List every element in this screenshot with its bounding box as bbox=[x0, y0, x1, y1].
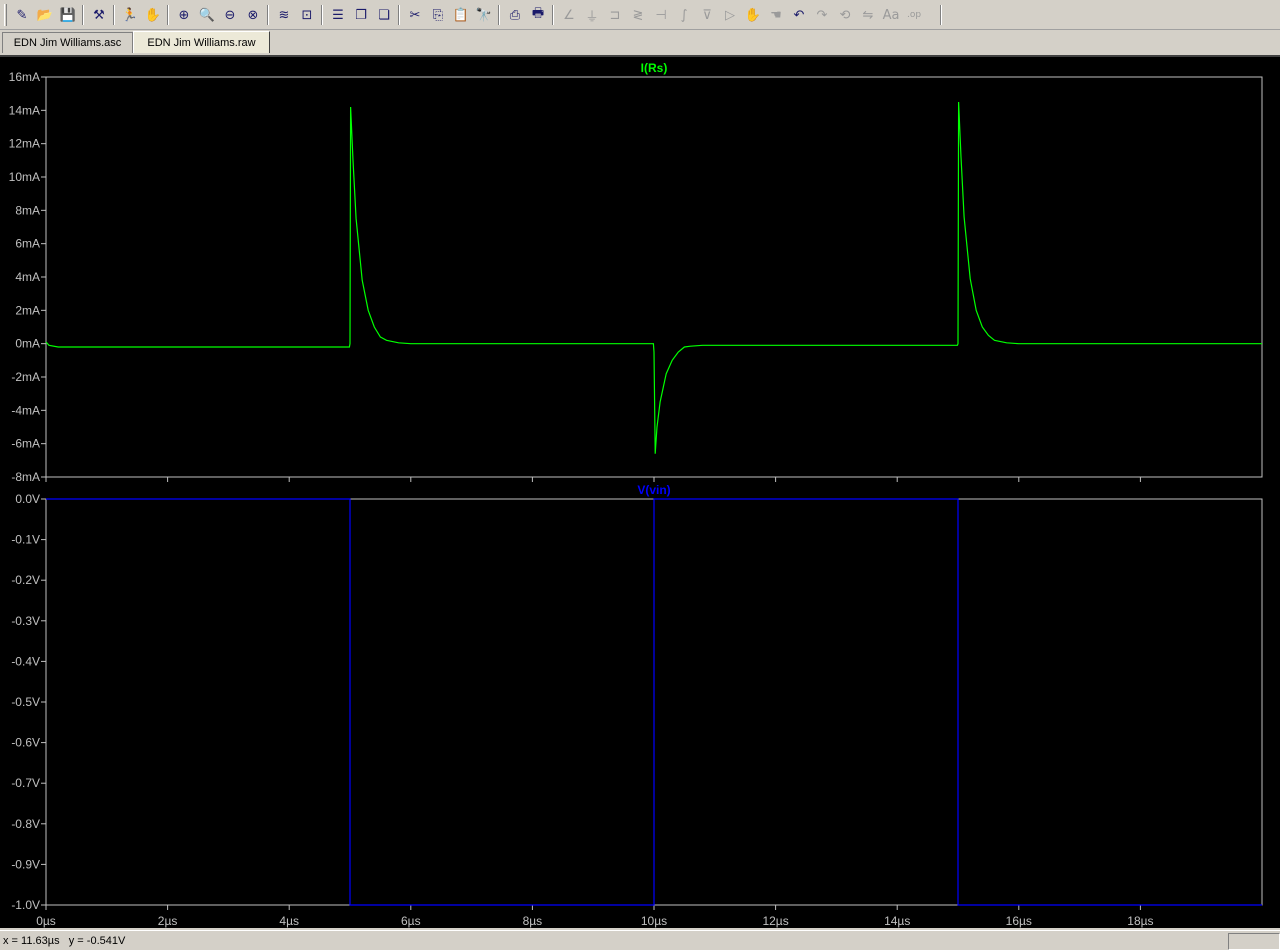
document-tab-bar: EDN Jim Williams.asc EDN Jim Williams.ra… bbox=[0, 30, 1280, 54]
tab-schematic[interactable]: EDN Jim Williams.asc bbox=[2, 32, 133, 53]
voltage-trace bbox=[46, 498, 1262, 906]
toolbar-separator bbox=[321, 5, 323, 25]
diode-icon[interactable]: ⊽ bbox=[697, 5, 717, 25]
xtick-label: 10µs bbox=[641, 914, 667, 928]
current-ytick-label: -6mA bbox=[11, 437, 40, 451]
voltage-pane[interactable]: V(vin) 0.0V -0.1V -0.2V -0.3V -0.4V -0.5V -0.6V… bbox=[11, 483, 1263, 928]
cascade-icon[interactable]: ❐ bbox=[351, 5, 371, 25]
voltage-ytick-label: -0.9V bbox=[11, 857, 40, 871]
drag-icon[interactable]: ☚ bbox=[766, 5, 786, 25]
current-ytick-label: 6mA bbox=[15, 237, 40, 251]
voltage-trace-title[interactable]: V(vin) bbox=[637, 483, 670, 497]
zoom-in-icon[interactable]: ⊕ bbox=[174, 5, 194, 25]
current-ytick-label: 8mA bbox=[15, 203, 40, 217]
toolbar-grip[interactable] bbox=[4, 4, 7, 26]
toolbar-separator bbox=[167, 5, 169, 25]
xtick-label: 8µs bbox=[523, 914, 543, 928]
inductor-icon[interactable]: ∫ bbox=[674, 5, 694, 25]
waveform-plot[interactable]: I(Rs) 16mA 14mA 12mA 10mA 8mA 6mA 4mA 2mA 0mA -2mA… bbox=[0, 57, 1280, 930]
xtick-label: 14µs bbox=[884, 914, 910, 928]
zoom-cancel-icon[interactable]: ⊗ bbox=[243, 5, 263, 25]
voltage-ytick-label: -0.2V bbox=[11, 573, 40, 587]
voltage-ytick-label: -0.1V bbox=[11, 533, 40, 547]
rotate-icon[interactable]: ⟲ bbox=[835, 5, 855, 25]
tile-vertical-icon[interactable]: ❏ bbox=[374, 5, 394, 25]
resistor-icon[interactable]: ≷ bbox=[628, 5, 648, 25]
fit-icon[interactable]: ⊡ bbox=[297, 5, 317, 25]
xtick-label: 4µs bbox=[279, 914, 299, 928]
print-preview-icon[interactable]: ⎙ bbox=[505, 5, 525, 25]
zoom-pan-icon[interactable]: 🔍 bbox=[197, 5, 217, 25]
xtick-label: 12µs bbox=[762, 914, 788, 928]
xtick-label: 16µs bbox=[1006, 914, 1032, 928]
toolbar-separator bbox=[398, 5, 400, 25]
spice-directive-icon[interactable]: .op bbox=[904, 5, 924, 25]
tab-waveform[interactable]: EDN Jim Williams.raw bbox=[133, 31, 270, 53]
run-icon[interactable]: 🏃 bbox=[120, 5, 140, 25]
autorange-icon[interactable]: ≋ bbox=[274, 5, 294, 25]
current-ytick-label: 2mA bbox=[15, 303, 40, 317]
xtick-label: 6µs bbox=[401, 914, 421, 928]
status-bar: x = 11.63µs y = -0.541V bbox=[0, 930, 1280, 950]
voltage-ytick-label: -0.8V bbox=[11, 817, 40, 831]
current-ytick-label: -4mA bbox=[11, 403, 40, 417]
toolbar-separator bbox=[82, 5, 84, 25]
current-ytick-label: 0mA bbox=[15, 337, 40, 351]
zoom-out-icon[interactable]: ⊖ bbox=[220, 5, 240, 25]
xtick-label: 0µs bbox=[36, 914, 56, 928]
current-plot-frame bbox=[45, 76, 1263, 478]
current-ytick-label: 16mA bbox=[9, 70, 40, 84]
toolbar-separator bbox=[113, 5, 115, 25]
tile-horizontal-icon[interactable]: ☰ bbox=[328, 5, 348, 25]
xtick-label: 18µs bbox=[1127, 914, 1153, 928]
voltage-ytick-label: 0.0V bbox=[15, 492, 40, 506]
new-schematic-icon[interactable]: ✎ bbox=[12, 5, 32, 25]
current-ytick-label: 14mA bbox=[9, 103, 40, 117]
current-ytick-label: 4mA bbox=[15, 270, 40, 284]
cut-icon[interactable]: ✂ bbox=[405, 5, 425, 25]
halt-icon[interactable]: ✋ bbox=[143, 5, 163, 25]
print-icon[interactable]: 🖶 bbox=[528, 5, 548, 25]
current-trace-title[interactable]: I(Rs) bbox=[641, 61, 668, 75]
save-icon[interactable]: 💾 bbox=[58, 5, 78, 25]
toolbar-separator bbox=[940, 5, 942, 25]
cursor-readout: x = 11.63µs y = -0.541V bbox=[3, 935, 126, 947]
voltage-ytick-label: -0.4V bbox=[11, 654, 40, 668]
current-pane[interactable]: I(Rs) 16mA 14mA 12mA 10mA 8mA 6mA 4mA 2mA 0mA -2mA… bbox=[9, 61, 1263, 484]
label-net-icon[interactable]: ⊐ bbox=[605, 5, 625, 25]
copy-icon[interactable]: ⎘ bbox=[428, 5, 448, 25]
voltage-ytick-label: -0.6V bbox=[11, 736, 40, 750]
current-ytick-label: 10mA bbox=[9, 170, 40, 184]
toolbar-separator bbox=[267, 5, 269, 25]
current-ytick-label: -8mA bbox=[11, 470, 40, 484]
tab-waveform-label: EDN Jim Williams.raw bbox=[147, 36, 256, 49]
control-panel-icon[interactable]: ⚒ bbox=[89, 5, 109, 25]
paste-icon[interactable]: 📋 bbox=[451, 5, 471, 25]
xtick-label: 2µs bbox=[158, 914, 178, 928]
toolbar: ✎ 📂 💾 ⚒ 🏃 ✋ ⊕ 🔍 ⊖ ⊗ ≋ ⊡ ☰ ❐ ❏ ✂ ⎘ 📋 🔭 ⎙ 🖶 ∠ ⏚ ⊐ ≷ ⊣ ∫ ⊽ ▷ ✋ ☚ ↶ ↷ ⟲ ⇋ Aa .op bbox=[0, 0, 1280, 30]
undo-icon[interactable]: ↶ bbox=[789, 5, 809, 25]
voltage-ytick-label: -0.3V bbox=[11, 614, 40, 628]
text-icon[interactable]: Aa bbox=[881, 5, 901, 25]
redo-icon[interactable]: ↷ bbox=[812, 5, 832, 25]
move-icon[interactable]: ✋ bbox=[743, 5, 763, 25]
voltage-ytick-label: -1.0V bbox=[11, 898, 40, 912]
ground-icon[interactable]: ⏚ bbox=[582, 5, 602, 25]
current-trace bbox=[45, 101, 1262, 454]
status-panel bbox=[1228, 933, 1280, 950]
voltage-ytick-label: -0.5V bbox=[11, 695, 40, 709]
toolbar-separator bbox=[498, 5, 500, 25]
current-ytick-label: -2mA bbox=[11, 370, 40, 384]
component-icon[interactable]: ▷ bbox=[720, 5, 740, 25]
tab-schematic-label: EDN Jim Williams.asc bbox=[13, 37, 122, 49]
open-icon[interactable]: 📂 bbox=[35, 5, 55, 25]
find-icon[interactable]: 🔭 bbox=[474, 5, 494, 25]
voltage-ytick-label: -0.7V bbox=[11, 776, 40, 790]
wire-icon[interactable]: ∠ bbox=[559, 5, 579, 25]
current-ytick-label: 12mA bbox=[9, 137, 40, 151]
toolbar-separator bbox=[552, 5, 554, 25]
mirror-icon[interactable]: ⇋ bbox=[858, 5, 878, 25]
capacitor-icon[interactable]: ⊣ bbox=[651, 5, 671, 25]
waveform-viewer[interactable]: I(Rs) 16mA 14mA 12mA 10mA 8mA 6mA 4mA 2mA 0mA -2mA… bbox=[0, 55, 1280, 928]
